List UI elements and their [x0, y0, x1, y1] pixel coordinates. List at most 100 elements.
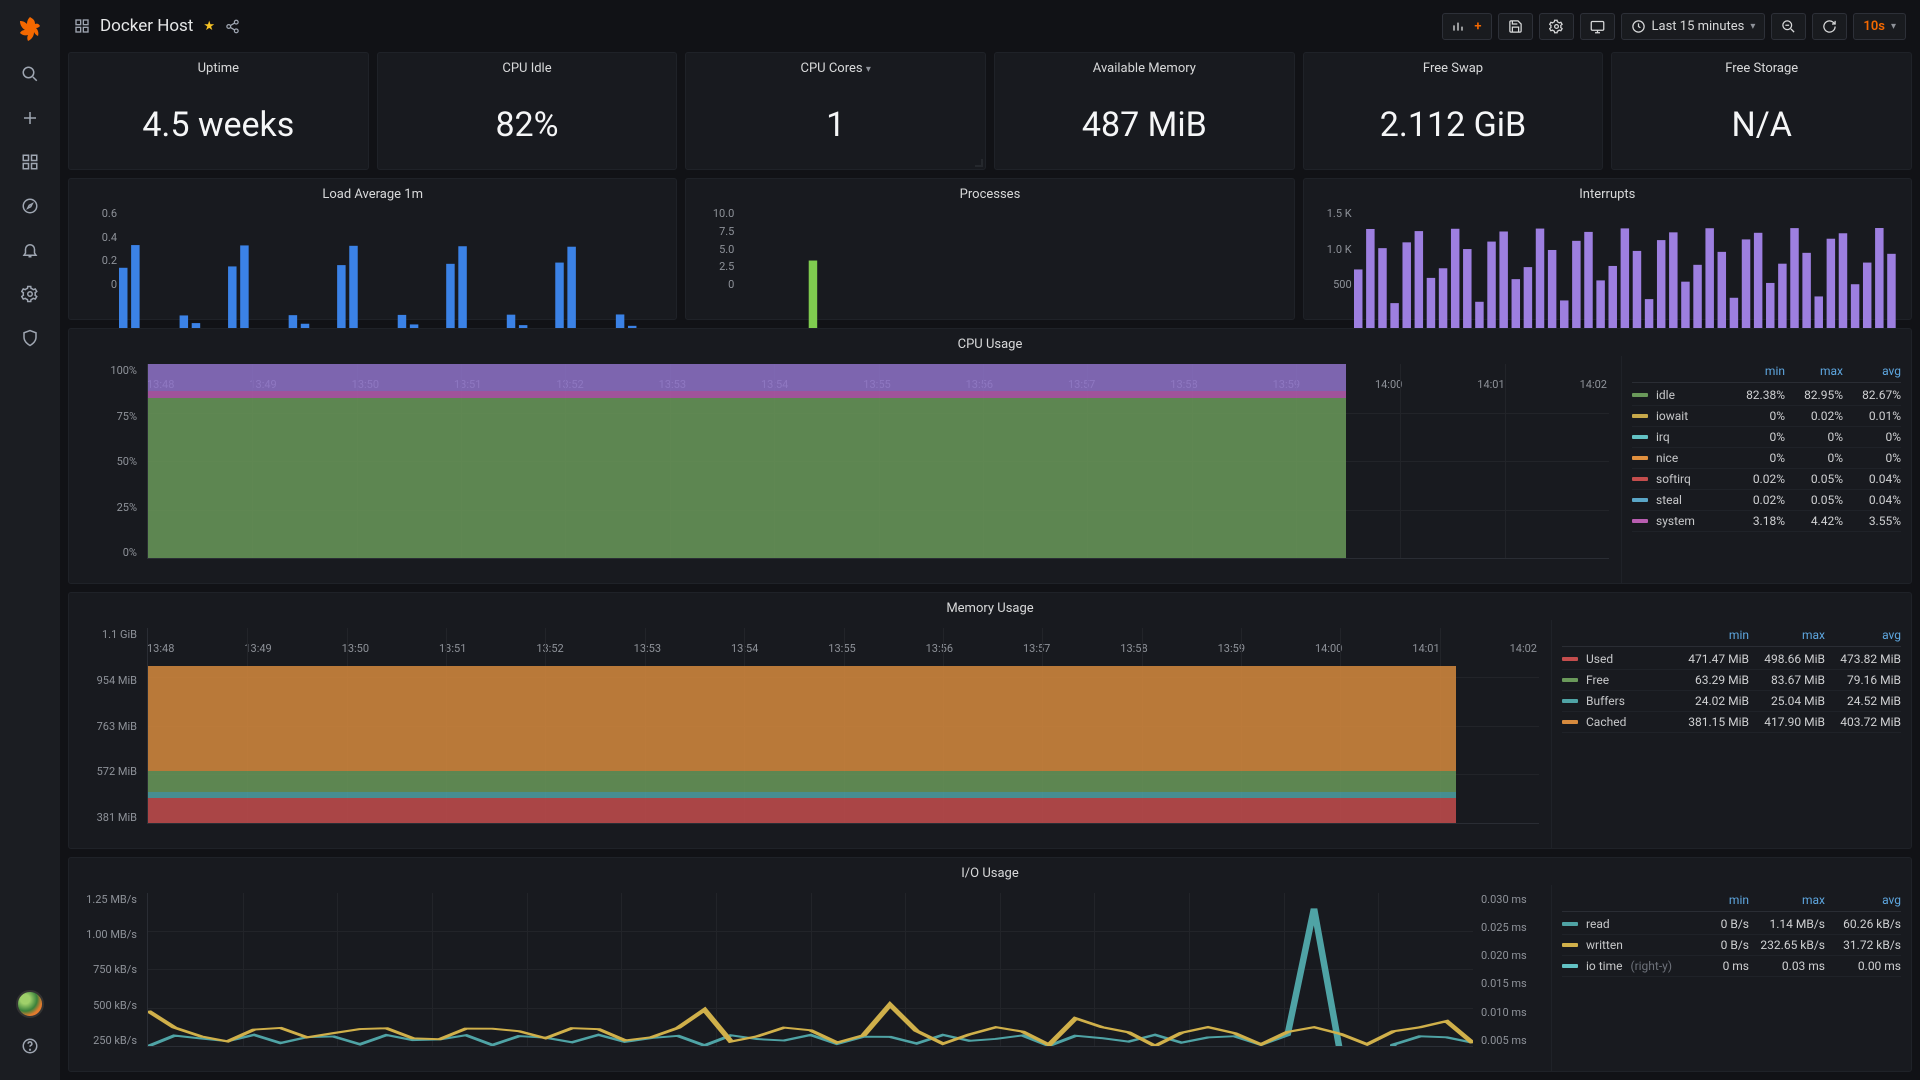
chart-area: 100%75%50%25%0% 13:4813:4913:5013:5113:5…	[69, 356, 1621, 583]
y-axis-right: 0.030 ms0.025 ms0.020 ms0.015 ms0.010 ms…	[1481, 893, 1541, 1047]
chart-area: 1.1 GiB954 MiB763 MiB572 MiB381 MiB 13:4…	[69, 620, 1551, 847]
save-dashboard-button[interactable]	[1498, 13, 1533, 40]
panel-available-memory[interactable]: Available Memory 487 MiB	[994, 52, 1295, 170]
topbar: Docker Host ★ + Last 15 minutes ▾	[60, 0, 1920, 52]
zoom-out-button[interactable]	[1771, 13, 1806, 40]
favorite-star-icon[interactable]: ★	[203, 19, 215, 34]
legend-item[interactable]: nice 0%0%0%	[1632, 448, 1901, 469]
legend-item[interactable]: io time (right-y) 0 ms0.03 ms0.00 ms	[1562, 956, 1901, 977]
configuration-icon[interactable]	[10, 274, 50, 314]
legend-item[interactable]: Buffers 24.02 MiB25.04 MiB24.52 MiB	[1562, 691, 1901, 712]
panel-interrupts[interactable]: Interrupts 1.5 K1.0 K500 13:4813:5013:52…	[1303, 178, 1912, 320]
legend-item[interactable]: Free 63.29 MiB83.67 MiB79.16 MiB	[1562, 670, 1901, 691]
user-avatar[interactable]	[10, 984, 50, 1024]
series-name: nice	[1656, 451, 1678, 465]
panel-title: CPU Usage	[69, 329, 1911, 356]
time-range-label: Last 15 minutes	[1652, 19, 1745, 34]
chevron-down-icon: ▾	[1750, 21, 1755, 32]
y-axis: 1.1 GiB954 MiB763 MiB572 MiB381 MiB	[79, 628, 137, 823]
legend-item[interactable]: iowait 0%0.02%0.01%	[1632, 406, 1901, 427]
series-name: Free	[1586, 673, 1609, 687]
panel-title: Load Average 1m	[69, 179, 676, 206]
panel-title: Processes	[686, 179, 1293, 206]
series-name: Buffers	[1586, 694, 1625, 708]
panel-cpu-idle[interactable]: CPU Idle 82%	[377, 52, 678, 170]
panel-title: Free Storage	[1612, 53, 1911, 80]
stat-value: 487 MiB	[1082, 105, 1207, 145]
legend: minmaxavg Used 471.47 MiB498.66 MiB473.8…	[1551, 620, 1911, 847]
panel-title: Free Swap	[1304, 53, 1603, 80]
panel-load-average[interactable]: Load Average 1m 0.60.40.20 13:4813:5013:…	[68, 178, 677, 320]
series-name: iowait	[1656, 409, 1688, 423]
panel-io-usage[interactable]: I/O Usage 1.25 MB/s1.00 MB/s750 kB/s500 …	[68, 857, 1912, 1072]
dashboards-icon[interactable]	[10, 142, 50, 182]
legend: minmaxavg idle 82.38%82.95%82.67% iowait…	[1621, 356, 1911, 583]
legend-item[interactable]: Used 471.47 MiB498.66 MiB473.82 MiB	[1562, 649, 1901, 670]
legend-item[interactable]: steal 0.02%0.05%0.04%	[1632, 490, 1901, 511]
stat-value: 1	[826, 105, 845, 145]
refresh-interval-label: 10s	[1863, 19, 1885, 34]
y-axis: 10.07.55.02.50	[696, 207, 734, 291]
panel-cpu-cores[interactable]: CPU Cores ▾ 1	[685, 52, 986, 170]
panel-processes[interactable]: Processes 10.07.55.02.50 13:4813:5013:52…	[685, 178, 1294, 320]
refresh-button[interactable]	[1812, 13, 1847, 40]
panel-uptime[interactable]: Uptime 4.5 weeks	[68, 52, 369, 170]
shield-icon[interactable]	[10, 318, 50, 358]
chevron-down-icon[interactable]: ▾	[866, 64, 871, 75]
legend-item[interactable]: irq 0%0%0%	[1632, 427, 1901, 448]
panel-title: Interrupts	[1304, 179, 1911, 206]
search-icon[interactable]	[10, 54, 50, 94]
panel-title: Uptime	[69, 53, 368, 80]
left-nav	[0, 0, 60, 1080]
panel-title: Available Memory	[995, 53, 1294, 80]
panel-title: Memory Usage	[69, 593, 1911, 620]
legend-item[interactable]: system 3.18%4.42%3.55%	[1632, 511, 1901, 532]
series-name: read	[1586, 917, 1610, 931]
tv-mode-button[interactable]	[1580, 13, 1615, 40]
dashboard-settings-button[interactable]	[1539, 13, 1574, 40]
panel-free-storage[interactable]: Free Storage N/A	[1611, 52, 1912, 170]
help-icon[interactable]	[10, 1026, 50, 1066]
alerting-icon[interactable]	[10, 230, 50, 270]
panel-cpu-usage[interactable]: CPU Usage 100%75%50%25%0% 13:4813:4913:5…	[68, 328, 1912, 584]
series-name: written	[1586, 938, 1623, 952]
series-name: Cached	[1586, 715, 1626, 729]
stat-value: N/A	[1731, 105, 1791, 145]
legend-item[interactable]: idle 82.38%82.95%82.67%	[1632, 385, 1901, 406]
explore-icon[interactable]	[10, 186, 50, 226]
time-range-picker[interactable]: Last 15 minutes ▾	[1621, 13, 1766, 40]
plot	[147, 364, 1609, 559]
series-name: irq	[1656, 430, 1670, 444]
panel-memory-usage[interactable]: Memory Usage 1.1 GiB954 MiB763 MiB572 Mi…	[68, 592, 1912, 848]
refresh-interval-picker[interactable]: 10s ▾	[1853, 13, 1906, 40]
chevron-down-icon: ▾	[1891, 21, 1896, 32]
resize-handle-icon[interactable]	[975, 159, 983, 167]
legend-item[interactable]: read 0 B/s1.14 MB/s60.26 kB/s	[1562, 914, 1901, 935]
legend-item[interactable]: written 0 B/s232.65 kB/s31.72 kB/s	[1562, 935, 1901, 956]
series-name: idle	[1656, 388, 1675, 402]
grafana-logo[interactable]	[10, 10, 50, 50]
legend: minmaxavg read 0 B/s1.14 MB/s60.26 kB/s …	[1551, 885, 1911, 1071]
series-name: steal	[1656, 493, 1682, 507]
dashboard-grid-icon[interactable]	[74, 18, 90, 34]
share-icon[interactable]	[225, 19, 240, 34]
panel-title: I/O Usage	[69, 858, 1911, 885]
plot	[147, 893, 1473, 1047]
series-name: softirq	[1656, 472, 1691, 486]
legend-item[interactable]: softirq 0.02%0.05%0.04%	[1632, 469, 1901, 490]
series-name: system	[1656, 514, 1695, 528]
panel-free-swap[interactable]: Free Swap 2.112 GiB	[1303, 52, 1604, 170]
dashboard-title[interactable]: Docker Host	[100, 16, 193, 36]
series-name: io time	[1586, 959, 1622, 973]
stat-value: 82%	[495, 105, 558, 145]
plus-icon[interactable]	[10, 98, 50, 138]
series-name: Used	[1586, 652, 1613, 666]
panel-title: CPU Idle	[378, 53, 677, 80]
y-axis: 1.5 K1.0 K500	[1314, 207, 1352, 291]
y-axis: 0.60.40.20	[79, 207, 117, 291]
legend-item[interactable]: Cached 381.15 MiB417.90 MiB403.72 MiB	[1562, 712, 1901, 733]
add-panel-button[interactable]: +	[1442, 13, 1491, 40]
plot	[147, 628, 1539, 823]
y-axis-left: 1.25 MB/s1.00 MB/s750 kB/s500 kB/s250 kB…	[79, 893, 137, 1047]
stat-value: 4.5 weeks	[142, 105, 294, 145]
